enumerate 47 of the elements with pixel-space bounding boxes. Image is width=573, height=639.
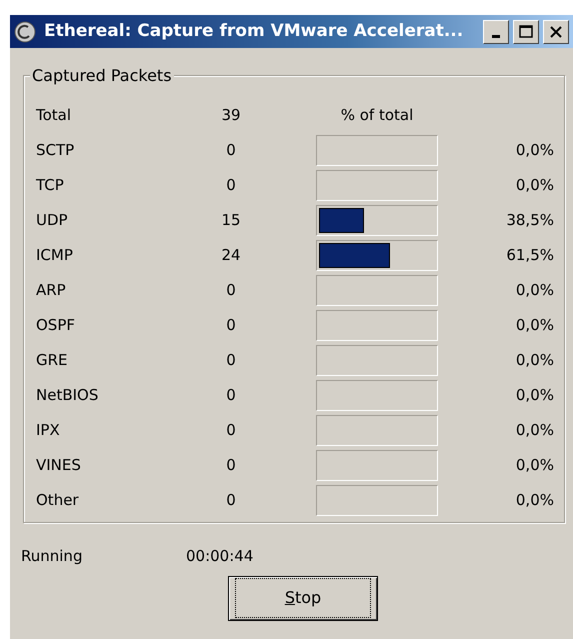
count-value: 0 (225, 385, 237, 406)
percent-value: 0,0% (514, 455, 554, 476)
column-header: % of total (340, 105, 414, 126)
percent-value: 38,5% (505, 210, 554, 232)
percent-value: 0,0% (514, 350, 554, 372)
elapsed-time: 00:00:44 (186, 546, 254, 567)
percent-value: 0,0% (514, 420, 554, 442)
count-value: 0 (225, 140, 237, 162)
count-value: 0 (225, 455, 237, 476)
status-label: Running (21, 546, 84, 567)
maximize-icon (518, 24, 534, 40)
count-value: 0 (225, 490, 237, 512)
maximize-button[interactable] (513, 20, 539, 44)
count-value: 0 (225, 175, 237, 196)
protocol-label: NetBIOS (36, 385, 100, 406)
percent-value: 0,0% (514, 385, 554, 406)
count-value: 24 (220, 245, 242, 266)
app-icon (14, 20, 36, 42)
protocol-label: ARP (36, 280, 67, 302)
stop-button[interactable]: Stop (228, 576, 378, 620)
count-value: 15 (220, 210, 242, 232)
protocol-label: GRE (36, 350, 69, 372)
percent-value: 0,0% (514, 315, 554, 336)
count-value: 39 (220, 105, 242, 126)
count-value: 0 (225, 280, 237, 302)
protocol-label: VINES (36, 455, 82, 476)
percent-value: 61,5% (505, 245, 554, 266)
protocol-label: UDP (36, 210, 69, 232)
minimize-icon (492, 35, 500, 38)
percent-value: 0,0% (514, 280, 554, 302)
protocol-label: ICMP (36, 245, 74, 266)
percent-value: 0,0% (514, 490, 554, 512)
percent-value: 0,0% (514, 140, 554, 162)
close-button[interactable] (543, 20, 569, 44)
count-value: 0 (225, 420, 237, 442)
close-icon (548, 24, 564, 40)
count-value: 0 (225, 350, 237, 372)
minimize-button[interactable] (483, 20, 509, 44)
protocol-label: SCTP (36, 140, 76, 162)
percent-value: 0,0% (514, 175, 554, 196)
window-title: Ethereal: Capture from VMware Accelerat... (44, 20, 464, 43)
protocol-label: OSPF (36, 315, 76, 336)
count-value: 0 (225, 315, 237, 336)
protocol-label: TCP (36, 175, 65, 196)
row-label: Total (36, 105, 72, 126)
protocol-label: IPX (36, 420, 61, 442)
protocol-label: Other (36, 490, 80, 512)
